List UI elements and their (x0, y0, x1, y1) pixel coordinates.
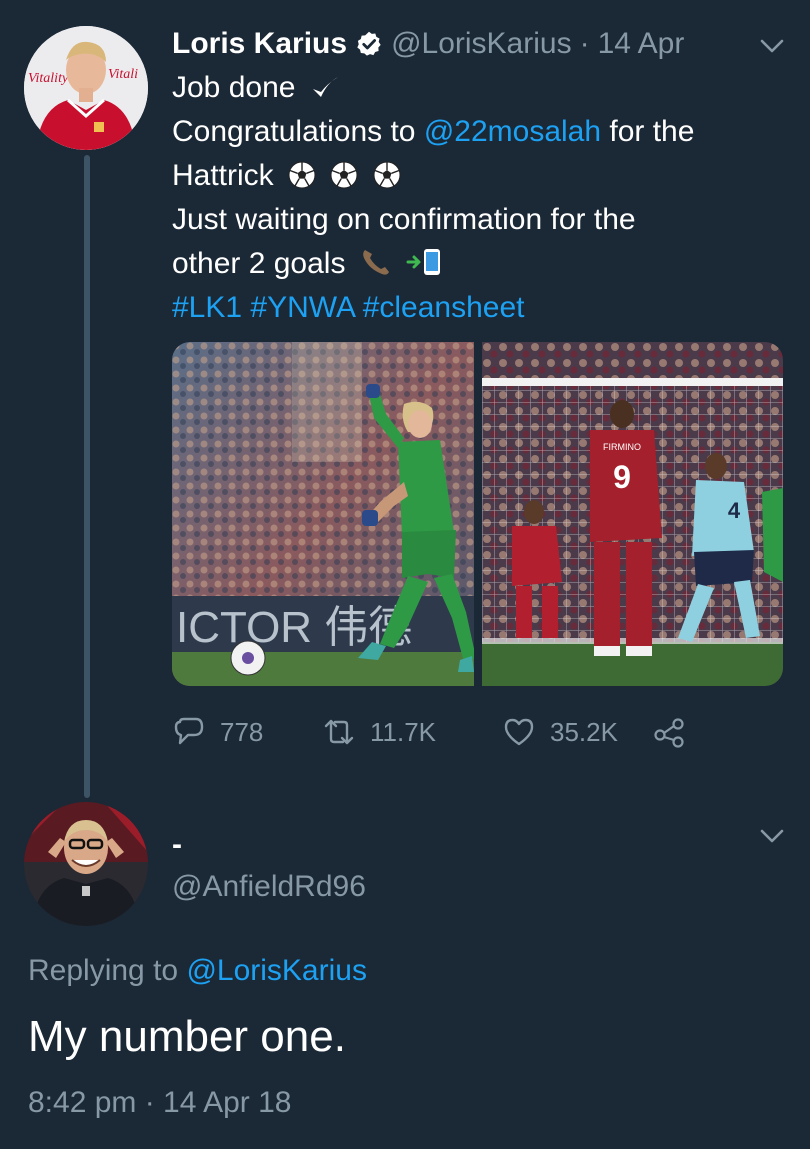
mention-link[interactable]: @22mosalah (424, 115, 601, 148)
goalkeeper-photo-illustration: ICTOR 伟德 (172, 342, 474, 686)
chevron-down-icon[interactable] (758, 36, 786, 56)
sponsor-text-left: Vitality (28, 71, 69, 86)
replying-to-handle-link[interactable]: @LorisKarius (186, 954, 367, 987)
share-button[interactable] (652, 715, 686, 749)
replying-to-label: Replying to (28, 954, 187, 987)
reply-button[interactable]: 778 (172, 715, 322, 749)
thread-connector-line (84, 155, 90, 798)
tweet-line-4: Just waiting on confirmation for the (172, 203, 636, 236)
tweet-line-2: Congratulations to @22mosalah for the (172, 110, 792, 154)
author-display-name[interactable]: Loris Karius (172, 27, 347, 61)
hashtag-link[interactable]: #cleansheet (363, 291, 525, 324)
tweet-header: Loris Karius @LorisKarius · 14 Apr (172, 24, 684, 64)
player-number-9: FIRMINO 9 (589, 400, 662, 656)
tweet-photo-goalkeeper[interactable]: ICTOR 伟德 (172, 342, 474, 686)
hashtag-link[interactable]: #LK1 (172, 291, 242, 324)
tweet-media: ICTOR 伟德 FIRMINO 9 4 (172, 342, 783, 686)
soccer-ball-icon (330, 161, 358, 189)
tweet-actions: 778 11.7K 35.2K (172, 712, 686, 752)
reply-display-name[interactable]: - (172, 828, 182, 862)
mobile-phone-with-arrow-icon (406, 249, 441, 275)
retweet-count: 11.7K (370, 716, 437, 747)
telephone-receiver-icon (362, 250, 389, 275)
tweet-line-6: #LK1 #YNWA #cleansheet (172, 286, 792, 330)
avatar[interactable]: Vitality Vitali (24, 26, 148, 150)
replying-to-line: Replying to @LorisKarius (28, 954, 367, 988)
sponsor-text-right: Vitali (108, 67, 138, 82)
tweet-line-3: Hattrick (172, 154, 792, 198)
retweet-button[interactable]: 11.7K (322, 715, 502, 749)
soccer-ball-icon (288, 161, 316, 189)
reply-text: My number one. (28, 1012, 346, 1061)
chevron-down-icon[interactable] (758, 826, 786, 846)
shirt-number: 9 (613, 459, 631, 495)
avatar[interactable] (24, 802, 148, 926)
tweet-photo-goal-mouth[interactable]: FIRMINO 9 4 (481, 342, 784, 686)
soccer-ball-icon (373, 161, 401, 189)
profile-photo-karius: Vitality Vitali (24, 26, 148, 150)
reply-count: 778 (220, 716, 264, 747)
tweet-text-for-the: for the (601, 115, 695, 148)
tweet-text-congrats: Congratulations to (172, 115, 424, 148)
heart-icon (504, 718, 534, 746)
author-handle[interactable]: @LorisKarius (391, 27, 572, 61)
tweet-line-1: Job done (172, 66, 792, 110)
like-count: 35.2K (550, 716, 618, 747)
shirt-name: FIRMINO (603, 442, 641, 452)
tweet-line-5: other 2 goals (172, 242, 792, 286)
tweet-text-other-goals: other 2 goals (172, 247, 346, 280)
goal-mouth-photo-illustration: FIRMINO 9 4 (481, 342, 783, 686)
check-mark-icon (312, 77, 338, 97)
retweet-icon (324, 719, 354, 745)
verified-badge-icon (357, 31, 381, 56)
tweet-text: Job done Congratulations to @22mosalah f… (172, 66, 792, 330)
tweet-date[interactable]: 14 Apr (598, 27, 685, 61)
hashtag-link[interactable]: #YNWA (250, 291, 354, 324)
separator-dot: · (579, 27, 590, 60)
reply-bubble-icon (174, 717, 204, 745)
tweet-text-job-done: Job done (172, 71, 296, 104)
like-button[interactable]: 35.2K (502, 715, 652, 749)
share-icon (654, 718, 684, 748)
tweet-text-hattrick: Hattrick (172, 159, 274, 192)
reply-timestamp[interactable]: 8:42 pm · 14 Apr 18 (28, 1086, 292, 1120)
profile-photo-anfieldrd96 (24, 802, 148, 926)
reply-handle[interactable]: @AnfieldRd96 (172, 870, 366, 904)
defender-shirt-number: 4 (727, 498, 740, 523)
